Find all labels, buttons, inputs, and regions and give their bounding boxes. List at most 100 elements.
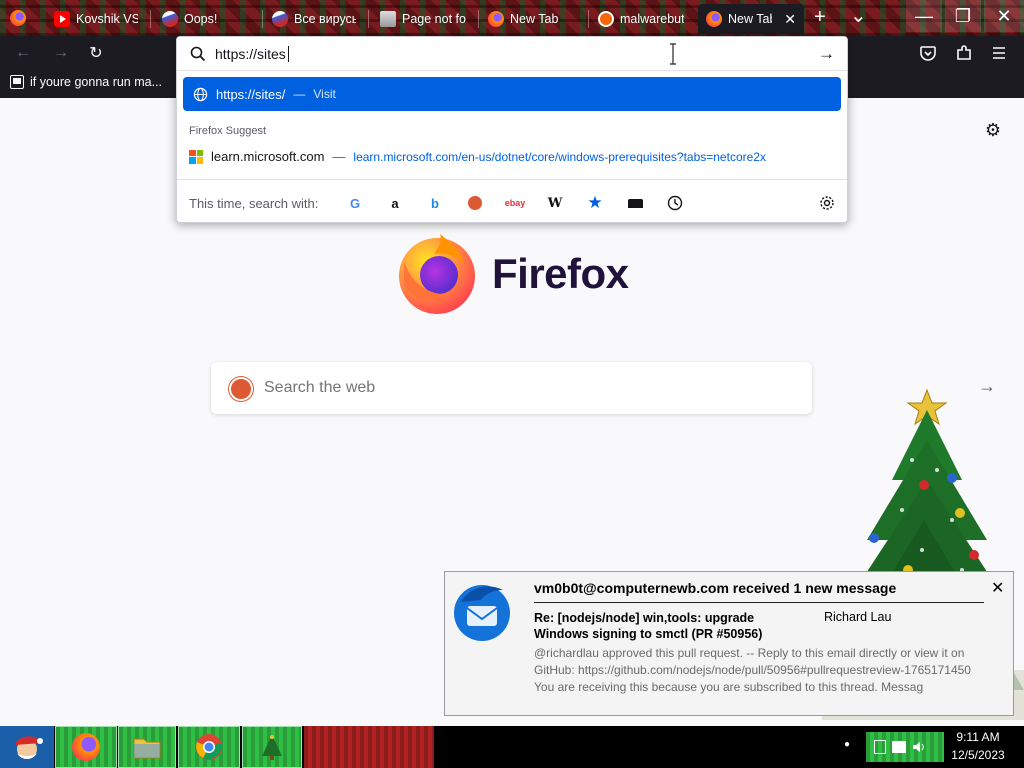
microsoft-logo-icon <box>189 149 203 164</box>
pocket-icon[interactable] <box>919 44 937 62</box>
address-bar-popup: → https://sites/ — Visit Firefox Suggest… <box>176 36 848 223</box>
minimize-button[interactable]: — <box>906 0 942 32</box>
firefox-menu-icon[interactable] <box>10 10 26 26</box>
folder-icon <box>133 738 161 759</box>
system-tray[interactable] <box>866 732 944 762</box>
youtube-icon <box>54 11 70 27</box>
tab-label: New Tab <box>510 12 559 26</box>
bing-icon[interactable]: b <box>425 194 445 212</box>
notification-dot: ● <box>844 739 851 750</box>
firefox-logo-icon <box>399 234 475 314</box>
bookmark-computer-icon <box>10 75 24 89</box>
clock-date: 12/5/2023 <box>951 748 1005 762</box>
suggestion-row-microsoft[interactable]: learn.microsoft.com — learn.microsoft.co… <box>189 149 766 164</box>
tab-new-tab[interactable]: New Tab <box>480 4 586 34</box>
tab-malwarebytes[interactable]: malwarebute <box>590 4 692 34</box>
tab-separator <box>588 10 589 28</box>
amazon-icon[interactable]: a <box>385 194 405 212</box>
taskbar-tree-app[interactable] <box>242 726 302 768</box>
taskbar-chrome[interactable] <box>178 726 240 768</box>
tab-viruses[interactable]: Все вирусы <box>264 4 364 34</box>
menu-icon[interactable] <box>991 45 1007 61</box>
volume-icon[interactable] <box>912 740 926 754</box>
personalize-settings-icon[interactable]: ⚙ <box>982 119 1004 141</box>
one-off-search-row: This time, search with: G a b ebay W ★ <box>177 179 847 224</box>
history-clock-icon[interactable] <box>665 194 685 212</box>
tab-label: malwarebute <box>620 12 684 26</box>
tab-label: Page not fou <box>402 12 466 26</box>
forward-button[interactable]: → <box>50 42 72 64</box>
newtab-search-box[interactable]: → <box>211 362 996 414</box>
suggestion-visit-row[interactable]: https://sites/ — Visit <box>183 77 841 111</box>
visit-url: https://sites/ <box>216 86 286 102</box>
email-sender: Richard Lau <box>824 610 892 624</box>
wikipedia-icon[interactable]: W <box>545 194 565 212</box>
firefox-icon <box>488 11 504 27</box>
search-icon <box>190 46 206 62</box>
email-preview: @richardlau approved this pull request. … <box>534 646 971 694</box>
action-center-icon[interactable] <box>874 740 886 754</box>
close-window-button[interactable]: ✕ <box>984 0 1024 32</box>
ebay-icon[interactable]: ebay <box>505 194 526 212</box>
firefox-suggest-heading: Firefox Suggest <box>189 125 267 137</box>
notification-close-icon[interactable]: ✕ <box>991 578 1004 598</box>
firefox-icon <box>72 733 100 761</box>
tab-label: Все вирусы <box>294 12 356 26</box>
tab-active-new-tab[interactable]: New Tab ✕ <box>698 4 804 34</box>
tab-separator <box>478 10 479 28</box>
visit-separator: — <box>293 87 306 101</box>
thunderbird-logo-icon <box>454 585 510 641</box>
extensions-icon[interactable] <box>955 44 973 62</box>
bookmarks-star-icon[interactable]: ★ <box>585 193 605 212</box>
tab-label: Oops! <box>184 12 218 26</box>
address-bar-input[interactable] <box>215 46 635 62</box>
search-with-label: This time, search with: <box>189 196 319 211</box>
reload-button[interactable]: ↻ <box>85 42 107 64</box>
globe-icon <box>193 87 208 101</box>
newtab-search-input[interactable] <box>264 379 744 397</box>
go-arrow-icon[interactable]: → <box>818 44 835 64</box>
taskbar-file-explorer[interactable] <box>118 726 176 768</box>
tab-youtube[interactable]: Kovshik VS M <box>46 4 146 34</box>
text-caret <box>288 46 289 62</box>
network-icon[interactable] <box>892 741 906 753</box>
tab-oops[interactable]: Oops! <box>154 4 258 34</box>
jellyfish-icon <box>272 11 288 27</box>
list-all-tabs-icon[interactable]: ⌄ <box>850 3 867 28</box>
back-button[interactable]: ← <box>12 42 34 64</box>
firefox-icon <box>706 11 722 27</box>
thunderbird-new-mail-notification[interactable]: vm0b0t@computernewb.com received 1 new m… <box>444 571 1014 716</box>
text-cursor-icon <box>670 43 676 65</box>
duckduckgo-icon[interactable] <box>465 194 485 212</box>
restore-button[interactable]: ❐ <box>945 0 981 32</box>
firefox-wordmark: Firefox <box>492 250 629 297</box>
jellyfish-icon <box>162 11 178 27</box>
suggestion-url: learn.microsoft.com/en-us/dotnet/core/wi… <box>353 149 766 164</box>
windows-taskbar: ● 9:11 AM 12/5/2023 <box>0 726 1024 768</box>
duckduckgo-icon <box>229 377 253 401</box>
tab-separator <box>150 10 151 28</box>
tab-separator <box>368 10 369 28</box>
taskbar-red-app[interactable] <box>304 726 434 768</box>
tab-page-not-found[interactable]: Page not fou <box>372 4 474 34</box>
page-icon <box>380 11 396 27</box>
address-bar[interactable]: → <box>177 37 847 71</box>
taskbar-clock[interactable]: 9:11 AM 12/5/2023 <box>948 728 1008 764</box>
suggestion-title: learn.microsoft.com <box>211 149 325 164</box>
bookmark-item[interactable]: if youre gonna run ma... <box>10 75 162 89</box>
google-icon[interactable]: G <box>345 194 365 212</box>
tab-label: Kovshik VS M <box>76 12 138 26</box>
malwarebytes-icon <box>598 11 614 27</box>
suggestion-separator: — <box>332 149 346 164</box>
tree-icon <box>262 735 282 760</box>
start-button[interactable] <box>0 726 54 768</box>
tab-strip: Kovshik VS M Oops! Все вирусы Page not f… <box>0 0 1024 36</box>
new-tab-button[interactable]: + <box>814 6 826 29</box>
tabs-icon[interactable] <box>625 194 645 212</box>
search-settings-gear-icon[interactable] <box>817 194 837 212</box>
close-tab-icon[interactable]: ✕ <box>784 11 796 28</box>
clock-time: 9:11 AM <box>956 730 1000 744</box>
notification-title: vm0b0t@computernewb.com received 1 new m… <box>534 580 897 596</box>
chrome-icon <box>196 734 222 760</box>
taskbar-firefox[interactable] <box>55 726 117 768</box>
